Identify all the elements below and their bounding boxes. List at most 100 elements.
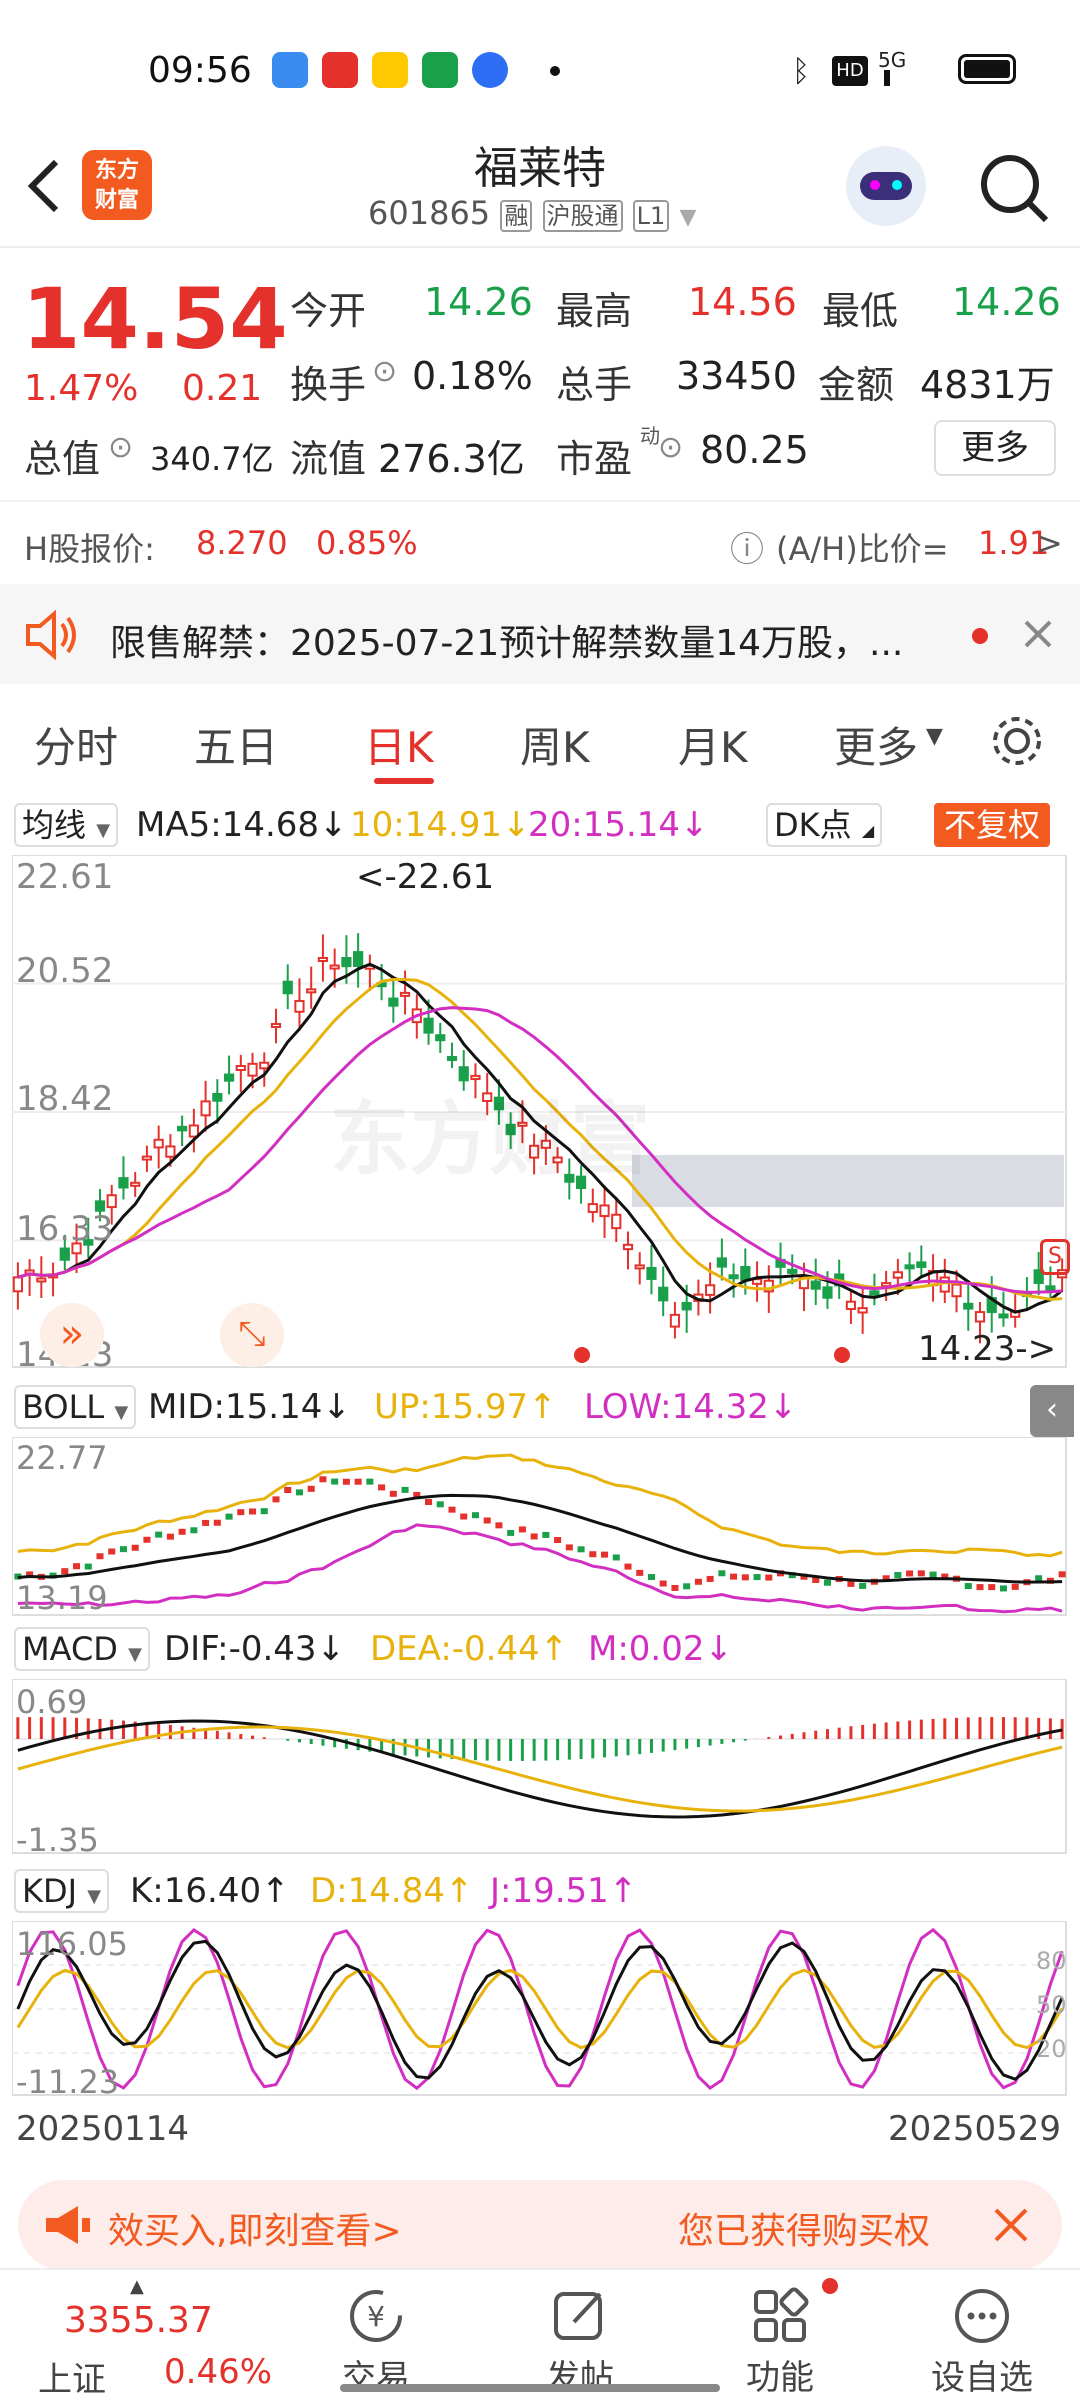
signal-icon [884, 70, 932, 86]
connect-tag: 沪股通 [542, 200, 623, 232]
app-icon [272, 52, 308, 88]
index-ticker[interactable]: ▲ 3355.37 上证 0.46% [0, 2270, 272, 2402]
boll-candle [73, 1563, 81, 1570]
boll-candle [964, 1583, 972, 1590]
boll-candle [624, 1563, 632, 1570]
dropdown-icon: ▼ [926, 724, 943, 749]
collapse-left-icon[interactable]: ‹ [1030, 1385, 1074, 1437]
boll-candle [894, 1571, 902, 1578]
hshare-row[interactable]: H股报价: 8.270 0.85% ⓘ (A/H)比价= 1.91 > [0, 510, 1080, 580]
boll-candle [999, 1585, 1007, 1592]
boll-candle [143, 1536, 151, 1543]
kdj-chart[interactable] [12, 1921, 1068, 2097]
search-icon[interactable] [976, 150, 1052, 226]
boll-candle [495, 1522, 503, 1529]
more-button[interactable]: 更多 [934, 420, 1056, 476]
adjust-button[interactable]: 不复权 [934, 803, 1051, 847]
boll-select[interactable]: BOLL ▼ [14, 1385, 137, 1429]
tab-weekly-k[interactable]: 周K [520, 714, 590, 775]
boll-candle [753, 1574, 761, 1581]
promo-banner[interactable]: 效买入,即刻查看> 您已获得购买权 [18, 2180, 1062, 2270]
candle-body [681, 1302, 692, 1311]
info-icon[interactable]: ⊙ [372, 354, 397, 389]
boll-candle [694, 1578, 702, 1585]
candle-body [177, 1125, 188, 1132]
boll-candle [378, 1484, 386, 1491]
kdj-y-top: 116.05 [16, 1925, 128, 1963]
macd-y-top: 0.69 [16, 1683, 88, 1721]
badge-dot [822, 2278, 838, 2294]
kdj-level: 50 [1036, 1991, 1067, 2019]
caret-up-icon: ▲ [130, 2276, 144, 2297]
boll-candle [225, 1513, 233, 1520]
app-icon [322, 52, 358, 88]
fullscreen-icon[interactable]: ⤡ [220, 1303, 284, 1367]
bluetooth-icon: ᛒ [792, 54, 810, 89]
boll-y-top: 22.77 [16, 1439, 108, 1477]
ma-select[interactable]: 均线 ▼ [14, 803, 119, 847]
tab-intraday[interactable]: 分时 [34, 714, 118, 775]
settings-icon[interactable] [988, 712, 1046, 770]
candle-body [998, 1313, 1009, 1319]
boll-candle [659, 1580, 667, 1587]
boll-chart[interactable] [12, 1437, 1068, 1617]
boll-candle [917, 1570, 925, 1577]
tab-more[interactable]: 更多 [834, 714, 918, 775]
candle-body [669, 1313, 681, 1328]
expand-right-icon[interactable]: » [40, 1303, 104, 1367]
ma-select-label: 均线 [22, 806, 87, 844]
candle-body [141, 1155, 153, 1161]
boll-candle [565, 1544, 573, 1551]
candle-body [165, 1145, 176, 1158]
boll-candle [84, 1563, 92, 1570]
robot-avatar-icon[interactable] [846, 146, 926, 226]
close-icon[interactable] [992, 2206, 1030, 2244]
boll-candle [202, 1519, 210, 1526]
boll-candle [906, 1570, 914, 1577]
zone-box [632, 1155, 1064, 1207]
dif-line [17, 1719, 1063, 1819]
tab-five-day[interactable]: 五日 [194, 714, 278, 775]
chart-frame [12, 1679, 1067, 1854]
ma5-value: MA5:14.68↓ [136, 805, 348, 845]
signal-tag-icon[interactable]: S [1040, 1239, 1070, 1275]
tab-monthly-k[interactable]: 月K [678, 714, 748, 775]
status-bar: 09:56 ᛒ HD 5G [0, 0, 1080, 130]
boll-candle [530, 1533, 538, 1540]
macd-dea: DEA:-0.44↑ [370, 1629, 569, 1669]
low-value: 14.26 [952, 280, 1061, 324]
chevron-right-icon: > [1036, 524, 1063, 562]
kline-chart-area[interactable]: 均线 ▼ MA5:14.68↓ 10:14.91↓ 20:15.14↓ DK点 … [0, 795, 1080, 2150]
svg-text:¥: ¥ [367, 2300, 385, 2333]
high-value: 14.56 [688, 280, 797, 324]
candle-body [810, 1280, 821, 1290]
candle-body [611, 1213, 622, 1230]
pe-label: 市盈 [556, 437, 633, 481]
boll-candle [155, 1531, 163, 1538]
kdj-select[interactable]: KDJ ▼ [14, 1869, 110, 1913]
boll-candle [929, 1571, 937, 1578]
boll-candle [706, 1575, 714, 1582]
info-icon[interactable]: ⊙ [658, 430, 683, 465]
notice-bar[interactable]: 限售解禁：2025-07-21预计解禁数量14万股，... [0, 584, 1080, 684]
candle-body [446, 1055, 458, 1061]
boll-y-bottom: 13.19 [16, 1579, 108, 1617]
dk-select[interactable]: DK点 ◢ [766, 803, 883, 847]
banner-text-left: 效买入,即刻查看> [108, 2211, 402, 2252]
status-time: 09:56 [148, 50, 252, 91]
stock-code: 601865 [368, 194, 491, 232]
macd-chart[interactable] [12, 1679, 1068, 1855]
candle-body [951, 1283, 962, 1298]
tab-daily-k[interactable]: 日K [364, 714, 434, 775]
candle-body [587, 1203, 598, 1213]
macd-select[interactable]: MACD ▼ [14, 1627, 150, 1671]
stock-code-row[interactable]: 601865 融 沪股通 L1 ▼ [368, 194, 696, 232]
help-icon[interactable]: ⓘ [730, 522, 764, 571]
home-indicator [340, 2384, 720, 2392]
close-icon[interactable] [1022, 618, 1054, 650]
candle-body [658, 1286, 669, 1302]
candle-body [212, 1092, 223, 1102]
boll-candle [448, 1506, 456, 1513]
info-icon[interactable]: ⊙ [108, 430, 133, 465]
candle-body [599, 1204, 610, 1218]
